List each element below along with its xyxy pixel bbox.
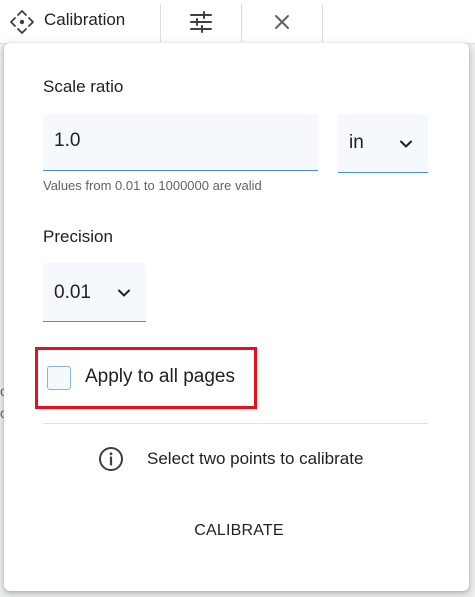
unit-select[interactable]: in [338, 114, 428, 173]
info-icon [98, 446, 124, 472]
calibration-panel: Scale ratio 1.0 in Values from 0.01 to 1… [4, 43, 469, 591]
calibration-tool-button[interactable]: Calibration [0, 0, 160, 43]
scale-ratio-input[interactable]: 1.0 [43, 114, 318, 171]
unit-select-value: in [349, 132, 364, 153]
sliders-icon [188, 9, 214, 35]
scale-ratio-value: 1.0 [54, 130, 81, 151]
precision-label: Precision [43, 227, 113, 246]
divider [43, 423, 428, 424]
settings-button[interactable] [161, 0, 241, 43]
precision-select[interactable]: 0.01 [43, 263, 146, 322]
precision-select-value: 0.01 [54, 282, 91, 303]
info-message: Select two points to calibrate [147, 449, 364, 468]
close-icon [273, 13, 291, 31]
scale-ratio-hint: Values from 0.01 to 1000000 are valid [43, 178, 262, 193]
apply-all-label[interactable]: Apply to all pages [85, 366, 235, 388]
toolbar-divider [322, 4, 323, 42]
toolbar: Calibration [0, 0, 475, 44]
close-button[interactable] [242, 0, 322, 43]
move-icon [7, 7, 37, 37]
calibrate-button[interactable]: CALIBRATE [179, 513, 299, 549]
scale-ratio-label: Scale ratio [43, 77, 124, 96]
apply-all-checkbox[interactable] [47, 366, 71, 390]
chevron-down-icon [116, 285, 132, 301]
chevron-down-icon [398, 136, 414, 152]
toolbar-title: Calibration [44, 10, 126, 29]
